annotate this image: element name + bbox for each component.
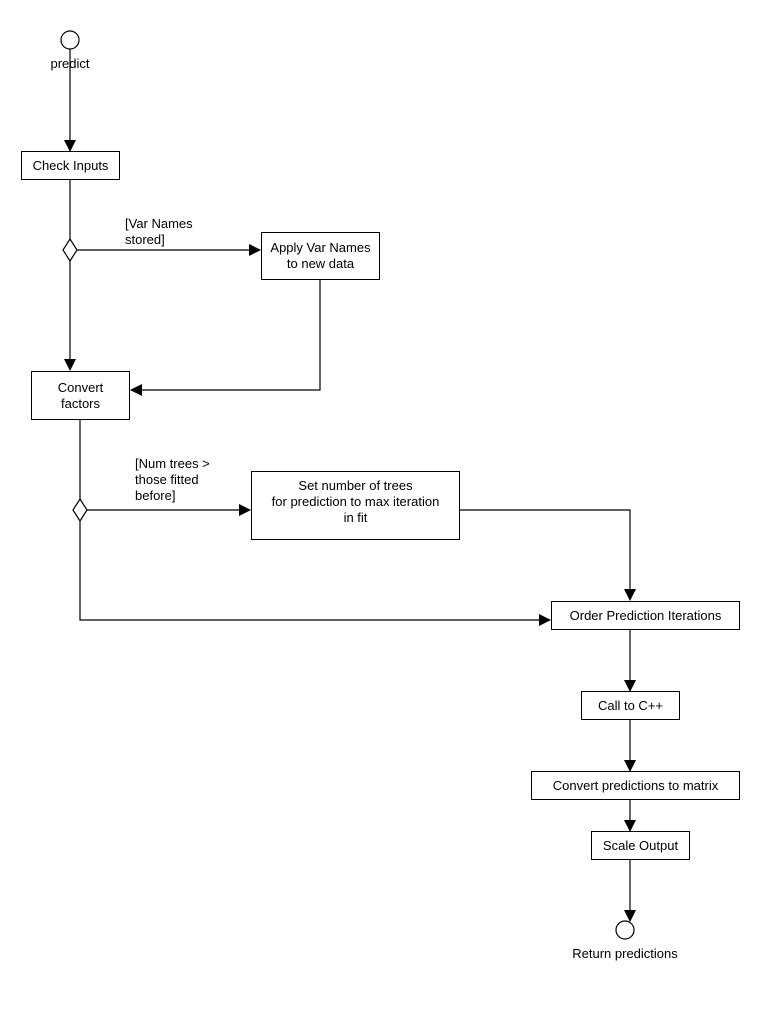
- guard-num-trees: [Num trees > those fitted before]: [135, 456, 210, 503]
- action-apply-var-names[interactable]: Apply Var Names to new data: [261, 232, 380, 280]
- decision-node-num-trees-icon: [72, 497, 88, 523]
- start-node-icon: [60, 30, 80, 50]
- action-convert-factors[interactable]: Convert factors: [31, 371, 130, 420]
- guard-var-names: [Var Names stored]: [125, 216, 193, 247]
- decision-node-var-names-icon: [62, 237, 78, 263]
- action-convert-matrix[interactable]: Convert predictions to matrix: [531, 771, 740, 800]
- action-scale-output[interactable]: Scale Output: [591, 831, 690, 860]
- start-label: predict: [50, 56, 90, 71]
- end-label: Return predictions: [572, 946, 678, 961]
- edge-apply-convert: [130, 279, 321, 396]
- action-call-cpp[interactable]: Call to C++: [581, 691, 680, 720]
- edge-settrees-order: [459, 509, 636, 601]
- action-order-iterations[interactable]: Order Prediction Iterations: [551, 601, 740, 630]
- end-node-icon: [615, 920, 635, 940]
- action-set-trees[interactable]: Set number of trees for prediction to ma…: [251, 471, 460, 540]
- action-check-inputs[interactable]: Check Inputs: [21, 151, 120, 180]
